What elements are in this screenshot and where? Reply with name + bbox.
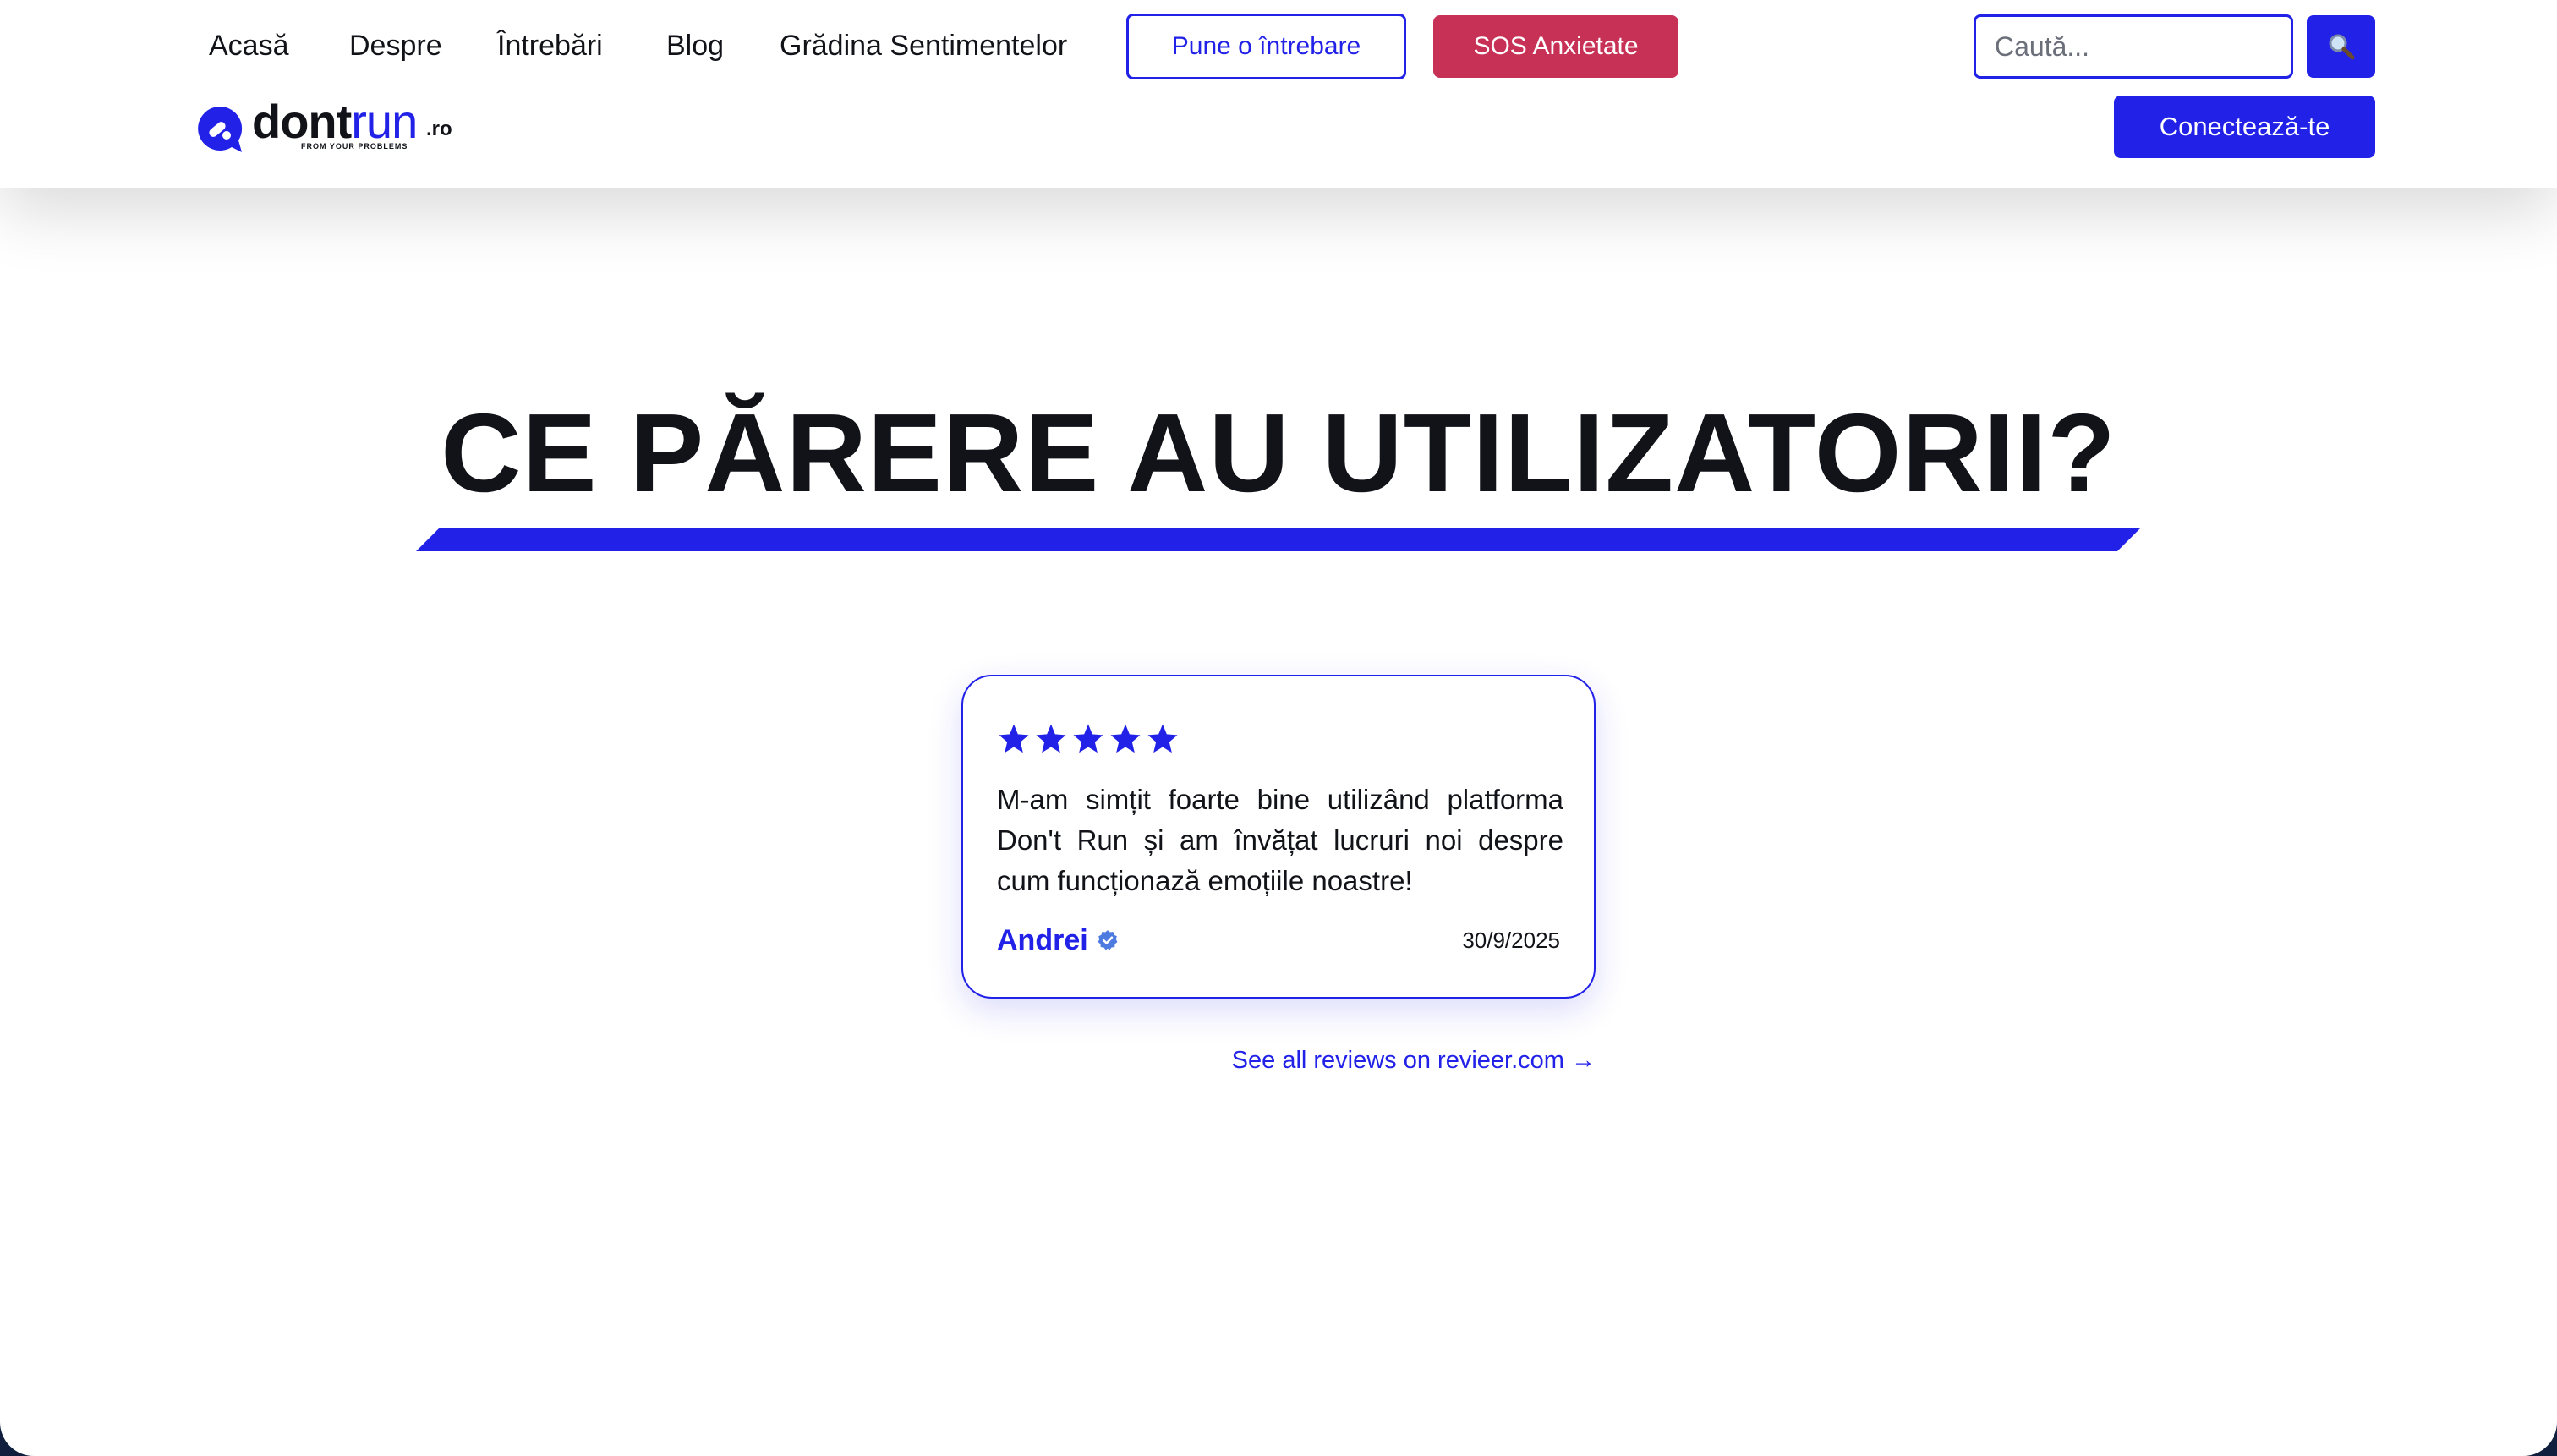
star-icon	[1036, 724, 1066, 753]
verified-badge-icon	[1098, 930, 1118, 950]
page: Acasă Despre Întrebări Blog Grădina Sent…	[0, 0, 2557, 1456]
logo-mark-icon	[198, 106, 243, 152]
title-underline-bar	[416, 528, 2141, 551]
nav-item-blog[interactable]: Blog	[666, 25, 724, 66]
search-button[interactable]	[2307, 15, 2375, 78]
all-reviews-link[interactable]: See all reviews on revieer.com →	[1057, 1042, 1596, 1079]
sos-anxiety-button[interactable]: SOS Anxietate	[1433, 15, 1678, 78]
logo-word-bold: dont	[252, 95, 352, 148]
logo-tagline: FROM YOUR PROBLEMS	[301, 142, 408, 151]
review-card: M-am simțit foarte bine utilizând platfo…	[961, 675, 1596, 999]
review-date: 30/9/2025	[1462, 928, 1560, 953]
logo-tld: .ro	[426, 118, 452, 140]
star-icon	[1073, 724, 1103, 753]
site-header: Acasă Despre Întrebări Blog Grădina Sent…	[0, 0, 2557, 188]
star-icon	[1110, 724, 1141, 753]
rating-stars	[997, 722, 1180, 756]
reviewer-name: Andrei	[997, 924, 1088, 956]
star-icon	[999, 724, 1029, 753]
ask-question-button[interactable]: Pune o întrebare	[1126, 14, 1406, 79]
logo-word-light: run	[351, 95, 418, 148]
magnifier-icon	[2329, 34, 2354, 60]
nav-item-despre[interactable]: Despre	[349, 25, 442, 66]
section-title: CE PĂRERE AU UTILIZATORII?	[441, 391, 2116, 515]
login-button[interactable]: Conectează-te	[2114, 96, 2375, 158]
logo-wordmark: dontrun	[252, 95, 418, 149]
nav-item-intrebari[interactable]: Întrebări	[497, 25, 603, 66]
review-text: M-am simțit foarte bine utilizând platfo…	[997, 784, 1563, 896]
reviewer: Andrei	[997, 922, 1119, 959]
nav-item-acasa[interactable]: Acasă	[209, 25, 289, 66]
star-icon	[1147, 724, 1178, 753]
search-input[interactable]	[1974, 14, 2293, 79]
site-logo[interactable]: dontrun .ro FROM YOUR PROBLEMS	[194, 95, 457, 156]
nav-item-gradina-sentimentelor[interactable]: Grădina Sentimentelor	[780, 25, 1067, 66]
